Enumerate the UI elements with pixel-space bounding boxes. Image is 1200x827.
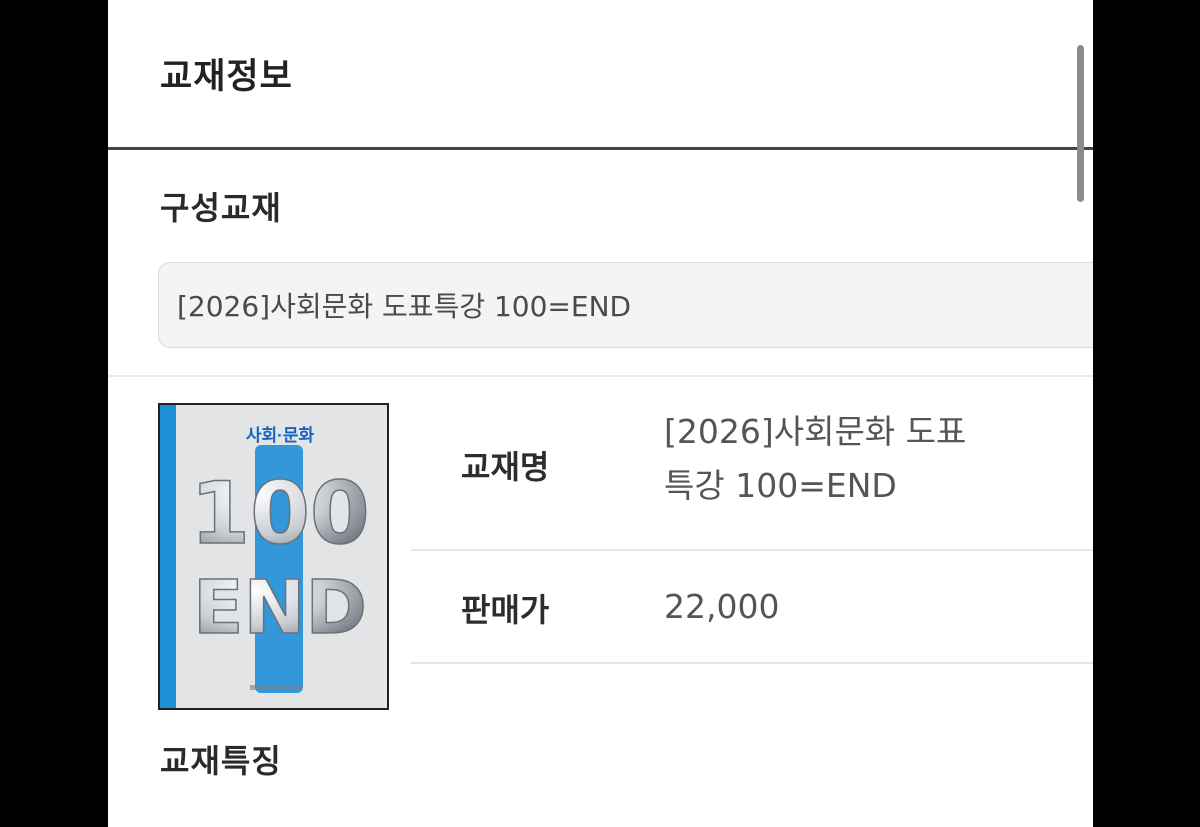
page-title: 교재정보 — [160, 57, 293, 97]
cover-big-end: END — [193, 565, 367, 651]
cover-top-text: 사회·문화 — [246, 426, 315, 445]
row-divider — [411, 662, 1093, 664]
composition-section-title: 구성교재 — [160, 189, 282, 227]
title-divider — [108, 147, 1093, 150]
selected-book-text: [2026]사회문화 도표특강 100=END — [177, 290, 632, 323]
book-name-line-2: 특강 100=END — [664, 466, 897, 505]
book-select[interactable]: [2026]사회문화 도표특강 100=END — [158, 262, 1093, 348]
features-section-title: 교재특징 — [160, 742, 282, 780]
price-label: 판매가 — [461, 591, 550, 629]
row-divider — [411, 549, 1093, 551]
book-name-label: 교재명 — [461, 448, 550, 486]
book-name-value: [2026]사회문화 도표 특강 100=END — [664, 405, 1044, 513]
book-cover-image: 사회·문화 100 END — [158, 403, 389, 710]
price-value: 22,000 — [664, 587, 780, 626]
section-divider — [108, 375, 1093, 377]
cover-spine-stripe — [160, 405, 176, 708]
scrollbar-thumb[interactable] — [1077, 45, 1084, 202]
book-name-line-1: [2026]사회문화 도표 — [664, 412, 967, 451]
cover-big-number: 100 — [190, 464, 370, 564]
book-info-panel: 교재정보 구성교재 [2026]사회문화 도표특강 100=END 사회·문화 … — [108, 0, 1093, 827]
